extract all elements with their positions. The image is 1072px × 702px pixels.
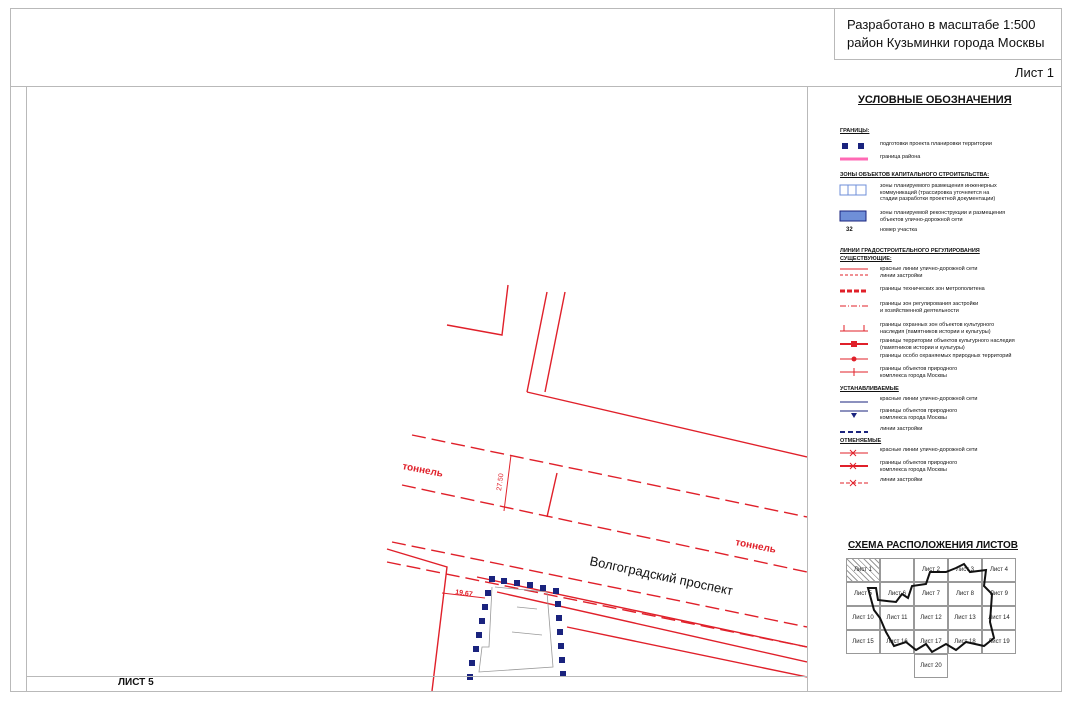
scheme-title: СХЕМА РАСПОЛОЖЕНИЯ ЛИСТОВ xyxy=(848,540,1018,551)
legend-symbol xyxy=(842,143,864,149)
legend-item: линии застройки xyxy=(838,477,1060,489)
bottom-bar: ЛИСТ 5 xyxy=(26,676,808,690)
legend-symbol xyxy=(840,325,868,332)
street-label: Волгоградский проспект xyxy=(588,553,734,598)
legend-symbol xyxy=(840,289,868,293)
legend-item: красные линии улично-дорожной сети xyxy=(838,447,1060,459)
legend-item: красные линии улично-дорожной сети линии… xyxy=(838,266,1060,279)
district-title: район Кузьминки города Москвы xyxy=(847,35,1045,50)
legend-symbol xyxy=(840,479,868,487)
legend-item: красные линии улично-дорожной сети xyxy=(838,396,1060,408)
legend-section-zones: ЗОНЫ ОБЪЕКТОВ КАПИТАЛЬНОГО СТРОИТЕЛЬСТВА… xyxy=(840,172,990,178)
legend-item: границы технических зон метрополитена xyxy=(838,286,1060,298)
dimension-label-2: 19.67 xyxy=(455,589,473,598)
legend-symbol xyxy=(840,268,868,276)
legend-symbol xyxy=(840,410,868,418)
legend-item: границы особо охраняемых природных терри… xyxy=(838,353,1060,365)
map-drawing: тоннель тоннель Волгоградский проспект 2… xyxy=(386,284,807,691)
legend-section-lines: ЛИНИИ ГРАДОСТРОИТЕЛЬНОГО РЕГУЛИРОВАНИЯ xyxy=(840,248,980,254)
red-short-vertical xyxy=(546,472,558,518)
legend-section-existing: СУЩЕСТВУЮЩИЕ: xyxy=(840,256,892,262)
legend-item: границы зон регулирования застройки и хо… xyxy=(838,301,1060,314)
legend-item: границы объектов природного комплекса го… xyxy=(838,408,1060,421)
legend-section-cancelled: ОТМЕНЯЕМЫЕ xyxy=(840,438,882,444)
adjacent-sheet-label: ЛИСТ 5 xyxy=(118,677,154,688)
planning-boundary xyxy=(467,576,566,680)
legend-symbol xyxy=(840,462,868,470)
red-line-vertical-1 xyxy=(526,291,548,393)
building-outline xyxy=(478,586,554,673)
legend-symbol xyxy=(840,356,868,362)
tunnel-label-1: тоннель xyxy=(401,461,443,480)
legend-item: границы объектов природного комплекса го… xyxy=(838,366,1060,379)
legend-symbol xyxy=(840,157,868,161)
legend-item: зоны планируемой реконструкции и размеще… xyxy=(838,210,1060,223)
legend-symbol xyxy=(840,401,868,403)
scale-title: Разработано в масштабе 1:500 xyxy=(847,17,1036,32)
legend-symbol xyxy=(839,210,867,222)
legend-section-boundaries: ГРАНИЦЫ: xyxy=(840,128,870,134)
legend-panel: УСЛОВНЫЕ ОБОЗНАЧЕНИЯ ГРАНИЦЫ: подготовки… xyxy=(830,88,1060,688)
red-line-upper-left xyxy=(446,284,509,336)
legend-item: подготовки проекта планировки территории xyxy=(838,141,1060,153)
red-line-lower-left xyxy=(386,548,448,691)
red-line-lower-2 xyxy=(496,591,807,663)
legend-item: граница района xyxy=(838,154,1060,166)
legend-symbol xyxy=(840,449,868,457)
tunnel-label-2: тоннель xyxy=(734,537,776,556)
legend-symbol xyxy=(840,431,868,433)
legend-title: УСЛОВНЫЕ ОБОЗНАЧЕНИЯ xyxy=(858,94,1012,106)
sheet-number: Лист 1 xyxy=(1014,65,1054,80)
legend-item: границы территории объектов культурного … xyxy=(838,338,1060,351)
legend-item: границы охранных зон объектов культурног… xyxy=(838,322,1060,335)
dimension-line xyxy=(503,454,512,512)
legend-item: границы объектов природного комплекса го… xyxy=(838,460,1060,473)
parcel-number-symbol: 32 xyxy=(846,227,853,233)
legend-section-established: УСТАНАВЛИВАЕМЫЕ xyxy=(840,386,899,392)
sheet-layout-scheme: Лист 1 Лист 2 Лист 3 Лист 4 Лист 5 Лист … xyxy=(846,558,1066,688)
legend-symbol xyxy=(840,341,868,347)
red-line-lower-1 xyxy=(476,576,807,648)
legend-symbol xyxy=(840,305,868,307)
dimension-label-1: 27.50 xyxy=(496,473,505,491)
title-block: Разработано в масштабе 1:500 район Кузьм… xyxy=(834,8,1062,60)
red-line-upper-diagonal xyxy=(526,391,807,458)
legend-item: зоны планируемого размещения инженерных … xyxy=(838,183,1060,202)
red-line-vertical-2 xyxy=(544,291,566,393)
map-area: тоннель тоннель Волгоградский проспект 2… xyxy=(26,87,808,691)
tunnel-line-1 xyxy=(411,434,807,518)
legend-item: 32 номер участка xyxy=(838,227,1060,239)
legend-symbol xyxy=(840,368,868,376)
legend-symbol xyxy=(839,184,867,196)
district-outline xyxy=(866,562,996,654)
legend-item: линии застройки xyxy=(838,426,1060,438)
